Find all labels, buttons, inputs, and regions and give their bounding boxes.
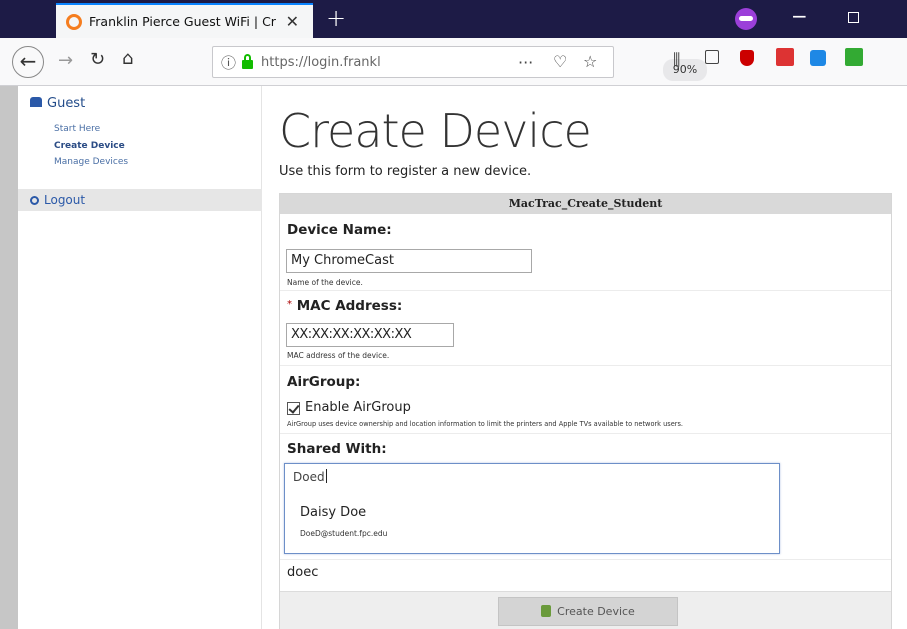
device-name-field[interactable]: My ChromeCast [286,249,532,273]
extension-blue-icon[interactable] [810,50,826,66]
users-icon [30,97,42,107]
divider [280,365,891,366]
sidebar-section-guest[interactable]: Guest [30,96,85,111]
page-actions-button[interactable]: ··· [518,53,533,72]
bookmark-star-icon[interactable]: ☆ [583,52,597,71]
suggestion-name[interactable]: Daisy Doe [300,505,366,520]
form-actions: Create Device [280,591,891,629]
browser-tab[interactable]: Franklin Pierce Guest WiFi | Cr ✕ [56,3,313,38]
pocket-icon[interactable]: ♡ [553,52,567,71]
tab-bar: Franklin Pierce Guest WiFi | Cr ✕ + − [0,0,907,38]
sidebar-item-logout[interactable]: Logout [18,189,262,211]
sidebar-icon[interactable] [705,50,719,64]
suggestion-email[interactable]: DoeD@student.fpc.edu [300,529,387,538]
divider [280,433,891,434]
lock-icon [242,53,254,69]
create-device-form: MacTrac_Create_Student Device Name: My C… [279,193,892,629]
create-device-button[interactable]: Create Device [498,597,678,626]
shared-with-autocomplete[interactable]: Doed Daisy Doe DoeD@student.fpc.edu [284,463,780,554]
page-title: Create Device [279,104,592,158]
url-bar[interactable]: ⓘ https://login.frankli 90% ··· ♡ ☆ [212,46,707,81]
required-marker: * [287,299,292,310]
sidebar-section-label: Guest [47,96,86,111]
reload-button[interactable]: ↻ [90,49,105,70]
extension-green-icon[interactable] [845,48,863,66]
extension-badge-icon[interactable] [776,48,794,66]
left-gutter [0,86,18,629]
sidebar: Guest Start Here Create Device Manage De… [18,86,262,629]
url-text[interactable]: https://login.frankli [261,55,381,70]
back-button[interactable]: ← [12,46,44,78]
divider [280,559,891,560]
site-info-icon[interactable]: ⓘ [221,52,236,73]
power-icon [30,196,39,205]
sidebar-item-manage-devices[interactable]: Manage Devices [54,157,128,167]
mac-address-field[interactable]: XX:XX:XX:XX:XX:XX [286,323,454,347]
maximize-window-button[interactable] [848,12,859,23]
library-icon[interactable]: ⫼ [673,50,680,70]
sidebar-item-create-device[interactable]: Create Device [54,141,125,151]
mac-address-hint: MAC address of the device. [287,351,390,360]
airgroup-label: AirGroup: [287,374,361,390]
mac-address-label: * MAC Address: [287,298,402,314]
logout-label: Logout [44,193,86,207]
divider [280,290,891,291]
device-name-hint: Name of the device. [287,278,363,287]
tab-title: Franklin Pierce Guest WiFi | Cr [89,14,276,29]
create-device-button-label: Create Device [557,605,635,618]
shared-with-input[interactable]: Doed [293,469,327,484]
ublock-icon[interactable] [740,50,754,66]
zoom-indicator[interactable]: 90% [663,59,707,81]
close-tab-icon[interactable]: ✕ [286,12,299,31]
airgroup-hint: AirGroup uses device ownership and locat… [287,420,684,428]
forward-button[interactable]: → [58,50,73,71]
minimize-window-button[interactable]: − [791,4,808,28]
device-name-label: Device Name: [287,222,392,238]
shared-with-typed-text: doec [287,565,319,580]
enable-airgroup-label[interactable]: Enable AirGroup [305,400,411,415]
page-subtitle: Use this form to register a new device. [279,164,532,179]
shared-with-label: Shared With: [287,441,387,457]
form-title: MacTrac_Create_Student [280,194,891,214]
private-mask-icon[interactable] [735,8,757,30]
shared-with-value: Doed [293,470,325,484]
new-tab-button[interactable]: + [326,4,346,32]
tab-bar-left [0,0,56,38]
home-button[interactable]: ⌂ [122,48,133,69]
device-icon [541,605,552,617]
mac-address-label-text: MAC Address: [296,298,403,314]
sidebar-item-start-here[interactable]: Start Here [54,124,100,134]
site-favicon-icon [66,13,82,30]
text-caret [325,469,327,483]
navigation-bar: ← → ↻ ⌂ ⓘ https://login.frankli 90% ··· … [0,38,907,86]
enable-airgroup-checkbox[interactable] [287,402,300,415]
